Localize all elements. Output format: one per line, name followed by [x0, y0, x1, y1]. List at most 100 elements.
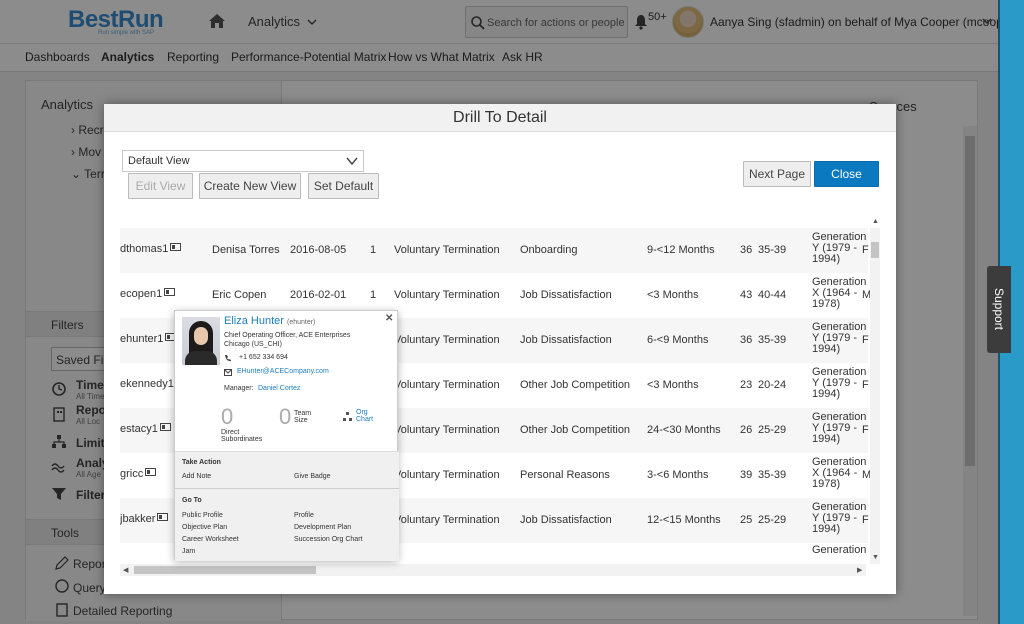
- goto-jam[interactable]: Jam: [182, 548, 195, 555]
- contact-card-icon[interactable]: [157, 513, 169, 521]
- team-size-label: Team Size: [294, 410, 312, 424]
- type-cell: Voluntary Termination: [394, 334, 500, 346]
- band-cell: 40-44: [758, 289, 787, 301]
- close-button[interactable]: Close: [814, 161, 879, 187]
- type-cell: Voluntary Termination: [394, 424, 500, 436]
- edit-view-button[interactable]: Edit View: [128, 173, 193, 199]
- scroll-thumb[interactable]: [871, 242, 879, 258]
- gen-cell: Generation Y (1979 - 1994): [812, 321, 867, 355]
- set-default-button[interactable]: Set Default: [308, 173, 379, 199]
- age-cell: 43: [740, 289, 753, 301]
- table-row[interactable]: dthomas1 Denisa Torres 2016-08-05 1 Voluntar…: [120, 228, 869, 273]
- user-id-cell[interactable]: ecopen1: [120, 288, 162, 300]
- team-size-count: 0: [279, 404, 292, 429]
- view-select[interactable]: Default View: [122, 150, 364, 172]
- goto-succession-org-chart[interactable]: Succession Org Chart: [294, 536, 362, 543]
- scroll-left-arrow[interactable]: ◀: [123, 566, 128, 574]
- contact-card-icon[interactable]: [159, 423, 171, 431]
- user-id-group: dthomas1: [120, 241, 182, 255]
- tenure-cell: <3 Months: [647, 289, 699, 301]
- org-chart-link[interactable]: Org Chart: [356, 409, 378, 423]
- count-cell: 1: [370, 289, 377, 301]
- contact-card-icon[interactable]: [170, 243, 182, 251]
- support-label: Support: [992, 287, 1006, 331]
- reason-cell: Personal Reasons: [520, 469, 610, 481]
- table-horizontal-scrollbar[interactable]: ◀ ▶: [120, 564, 866, 576]
- chevron-down-icon: [346, 157, 358, 166]
- contact-card-icon[interactable]: [145, 468, 157, 476]
- quickcard-phone[interactable]: +1 652 334 694: [239, 354, 288, 361]
- add-note-link[interactable]: Add Note: [182, 473, 211, 480]
- user-id-cell[interactable]: ekennedy1: [120, 378, 174, 390]
- tenure-cell: 9-<12 Months: [647, 244, 715, 256]
- trail-cell: F: [862, 514, 869, 526]
- user-id-cell[interactable]: ehunter1: [120, 333, 163, 345]
- quickcard-manager-label: Manager:: [224, 385, 254, 392]
- age-cell: 26: [740, 424, 753, 436]
- contact-card-icon[interactable]: [164, 288, 176, 296]
- gen-cell: Generation Y (1979 - 1994): [812, 366, 867, 400]
- reason-cell: Other Job Competition: [520, 424, 631, 436]
- gen-cell: Generation Y (1979 - 1994): [812, 411, 867, 445]
- trail-cell: F: [862, 244, 869, 256]
- trail-cell: F: [862, 379, 869, 391]
- email-icon: [224, 369, 232, 376]
- goto-career-worksheet[interactable]: Career Worksheet: [182, 536, 239, 543]
- goto-objective-plan[interactable]: Objective Plan: [182, 524, 227, 531]
- direct-subordinates-count: 0: [221, 404, 234, 429]
- gen-cell: Generation X (1964 - 1978): [812, 276, 867, 310]
- goto-development-plan[interactable]: Development Plan: [294, 524, 351, 531]
- scroll-right-arrow[interactable]: ▶: [857, 566, 862, 574]
- scroll-down-arrow[interactable]: ▼: [872, 554, 879, 561]
- dialog-header: Drill To Detail: [104, 104, 896, 132]
- date-cell: 2016-08-05: [290, 244, 347, 256]
- gen-cell: Generation: [812, 544, 867, 556]
- give-badge-link[interactable]: Give Badge: [294, 473, 331, 480]
- name-cell: Eric Copen: [212, 289, 267, 301]
- type-cell: Voluntary Termination: [394, 379, 500, 391]
- employee-photo: [182, 317, 220, 365]
- gen-cell: Generation X (1964 - 1978): [812, 456, 867, 490]
- quickcard-userid: (ehunter): [286, 319, 316, 326]
- user-id-group: estacy1: [120, 421, 171, 435]
- age-cell: 23: [740, 379, 753, 391]
- count-cell: 1: [370, 244, 377, 256]
- user-id-cell[interactable]: jbakker: [120, 513, 155, 525]
- quickcard-email[interactable]: EHunter@ACECompany.com: [237, 368, 329, 375]
- type-cell: Voluntary Termination: [394, 289, 500, 301]
- create-new-view-button[interactable]: Create New View: [199, 173, 301, 199]
- reason-cell: Job Dissatisfaction: [520, 289, 612, 301]
- user-id-group: gricc: [120, 466, 157, 480]
- tenure-cell: 6-<9 Months: [647, 334, 709, 346]
- quickcard-actions: Take Action Add Note Give Badge Go To Pu…: [175, 451, 399, 561]
- goto-profile[interactable]: Profile: [294, 512, 314, 519]
- tenure-cell: <3 Months: [647, 379, 699, 391]
- user-id-cell[interactable]: gricc: [120, 468, 143, 480]
- reason-cell: Job Dissatisfaction: [520, 334, 612, 346]
- user-id-group: ehunter1: [120, 331, 177, 345]
- tenure-cell: 3-<6 Months: [647, 469, 709, 481]
- band-cell: 20-24: [758, 379, 787, 391]
- quickcard-manager[interactable]: Daniel Cortez: [258, 385, 300, 392]
- band-cell: 35-39: [758, 469, 787, 481]
- take-action-heading: Take Action: [182, 459, 221, 466]
- quickcard-location: Chicago (US_CHI): [224, 341, 282, 348]
- go-to-heading: Go To: [182, 497, 202, 504]
- next-page-button[interactable]: Next Page: [743, 161, 811, 187]
- quickcard-title: Chief Operating Officer, ACE Enterprises: [224, 332, 351, 339]
- gen-cell: Generation Y (1979 - 1994): [812, 501, 867, 535]
- divider: [175, 488, 399, 489]
- goto-public-profile[interactable]: Public Profile: [182, 512, 223, 519]
- gen-cell: Generation Y (1979 - 1994): [812, 231, 867, 265]
- user-id-group: jbakker: [120, 511, 169, 525]
- user-id-cell[interactable]: estacy1: [120, 423, 158, 435]
- user-id-cell[interactable]: dthomas1: [120, 243, 168, 255]
- support-tab[interactable]: Support: [987, 266, 1011, 353]
- quickcard-name[interactable]: Eliza Hunter (ehunter): [224, 315, 315, 327]
- scroll-up-arrow[interactable]: ▲: [872, 218, 879, 225]
- type-cell: Voluntary Termination: [394, 244, 500, 256]
- table-vertical-scrollbar[interactable]: ▲ ▼: [870, 218, 880, 564]
- close-icon[interactable]: ✕: [385, 313, 393, 324]
- band-cell: 35-39: [758, 334, 787, 346]
- scroll-thumb[interactable]: [134, 566, 316, 574]
